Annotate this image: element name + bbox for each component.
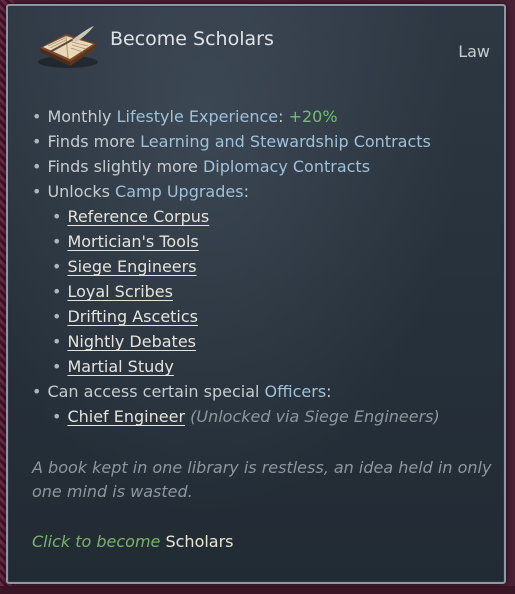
bullet-icon: •: [52, 207, 62, 226]
learning-stewardship-contracts-link[interactable]: Learning and Stewardship Contracts: [140, 132, 431, 151]
become-scholars-action[interactable]: Click to become Scholars: [32, 532, 234, 551]
upgrade-siege-engineers-link[interactable]: Siege Engineers: [67, 257, 196, 276]
lifestyle-experience-link[interactable]: Lifestyle Experience: [117, 107, 279, 126]
upgrade-item: • Martial Study: [32, 354, 494, 379]
effect-unlocks-upgrades: • Unlocks Camp Upgrades:: [32, 182, 249, 201]
click-prompt: Click to become: [32, 532, 166, 551]
bullet-icon: •: [52, 332, 62, 351]
effect-diplomacy-contracts: • Finds slightly more Diplomacy Contracts: [32, 157, 371, 176]
upgrade-item: • Nightly Debates: [32, 329, 494, 354]
upgrade-martial-study-link[interactable]: Martial Study: [67, 357, 173, 376]
upgrade-loyal-scribes-link[interactable]: Loyal Scribes: [67, 282, 173, 301]
bullet-icon: •: [52, 407, 62, 426]
officer-item: • Chief Engineer (Unlocked via Siege Engi…: [32, 404, 494, 429]
effect-lifestyle: • Monthly Lifestyle Experience: +20%: [32, 107, 338, 126]
diplomacy-contracts-link[interactable]: Diplomacy Contracts: [203, 157, 370, 176]
lifestyle-bonus-value: +20%: [288, 107, 338, 126]
bullet-icon: •: [52, 357, 62, 376]
upgrade-item: • Siege Engineers: [32, 254, 494, 279]
camp-upgrades-link[interactable]: Camp Upgrades: [115, 182, 244, 201]
upgrade-item: • Reference Corpus: [32, 204, 494, 229]
effect-learning-contracts: • Finds more Learning and Stewardship Con…: [32, 132, 431, 151]
flavor-text: A book kept in one library is restless, …: [32, 458, 492, 501]
upgrade-nightly-debates-link[interactable]: Nightly Debates: [67, 332, 196, 351]
upgrade-item: • Drifting Ascetics: [32, 304, 494, 329]
upgrade-item: • Loyal Scribes: [32, 279, 494, 304]
upgrade-morticians-tools-link[interactable]: Mortician's Tools: [67, 232, 198, 251]
bullet-icon: •: [52, 282, 62, 301]
click-target-name: Scholars: [165, 532, 234, 551]
bullet-icon: •: [52, 232, 62, 251]
effects-list: • Monthly Lifestyle Experience: +20% • Fin…: [32, 104, 494, 429]
bullet-icon: •: [32, 132, 42, 151]
bullet-icon: •: [32, 182, 42, 201]
upgrade-drifting-ascetics-link[interactable]: Drifting Ascetics: [67, 307, 198, 326]
law-tooltip: Become Scholars Law • Monthly Lifestyle E…: [6, 4, 506, 584]
bullet-icon: •: [52, 307, 62, 326]
upgrade-reference-corpus-link[interactable]: Reference Corpus: [67, 207, 209, 226]
law-type-label: Law: [458, 42, 490, 61]
background-bottom: [0, 586, 515, 594]
officer-unlock-note: (Unlocked via Siege Engineers): [190, 407, 440, 426]
effect-officers: • Can access certain special Officers:: [32, 382, 332, 401]
bullet-icon: •: [52, 257, 62, 276]
bullet-icon: •: [32, 382, 42, 401]
officer-chief-engineer-link[interactable]: Chief Engineer: [67, 407, 185, 426]
bullet-icon: •: [32, 157, 42, 176]
tooltip-header: Become Scholars Law: [8, 6, 504, 86]
bullet-icon: •: [32, 107, 42, 126]
law-title: Become Scholars: [110, 28, 274, 50]
upgrade-item: • Mortician's Tools: [32, 229, 494, 254]
officers-link[interactable]: Officers: [265, 382, 327, 401]
book-quill-icon: [38, 26, 98, 68]
